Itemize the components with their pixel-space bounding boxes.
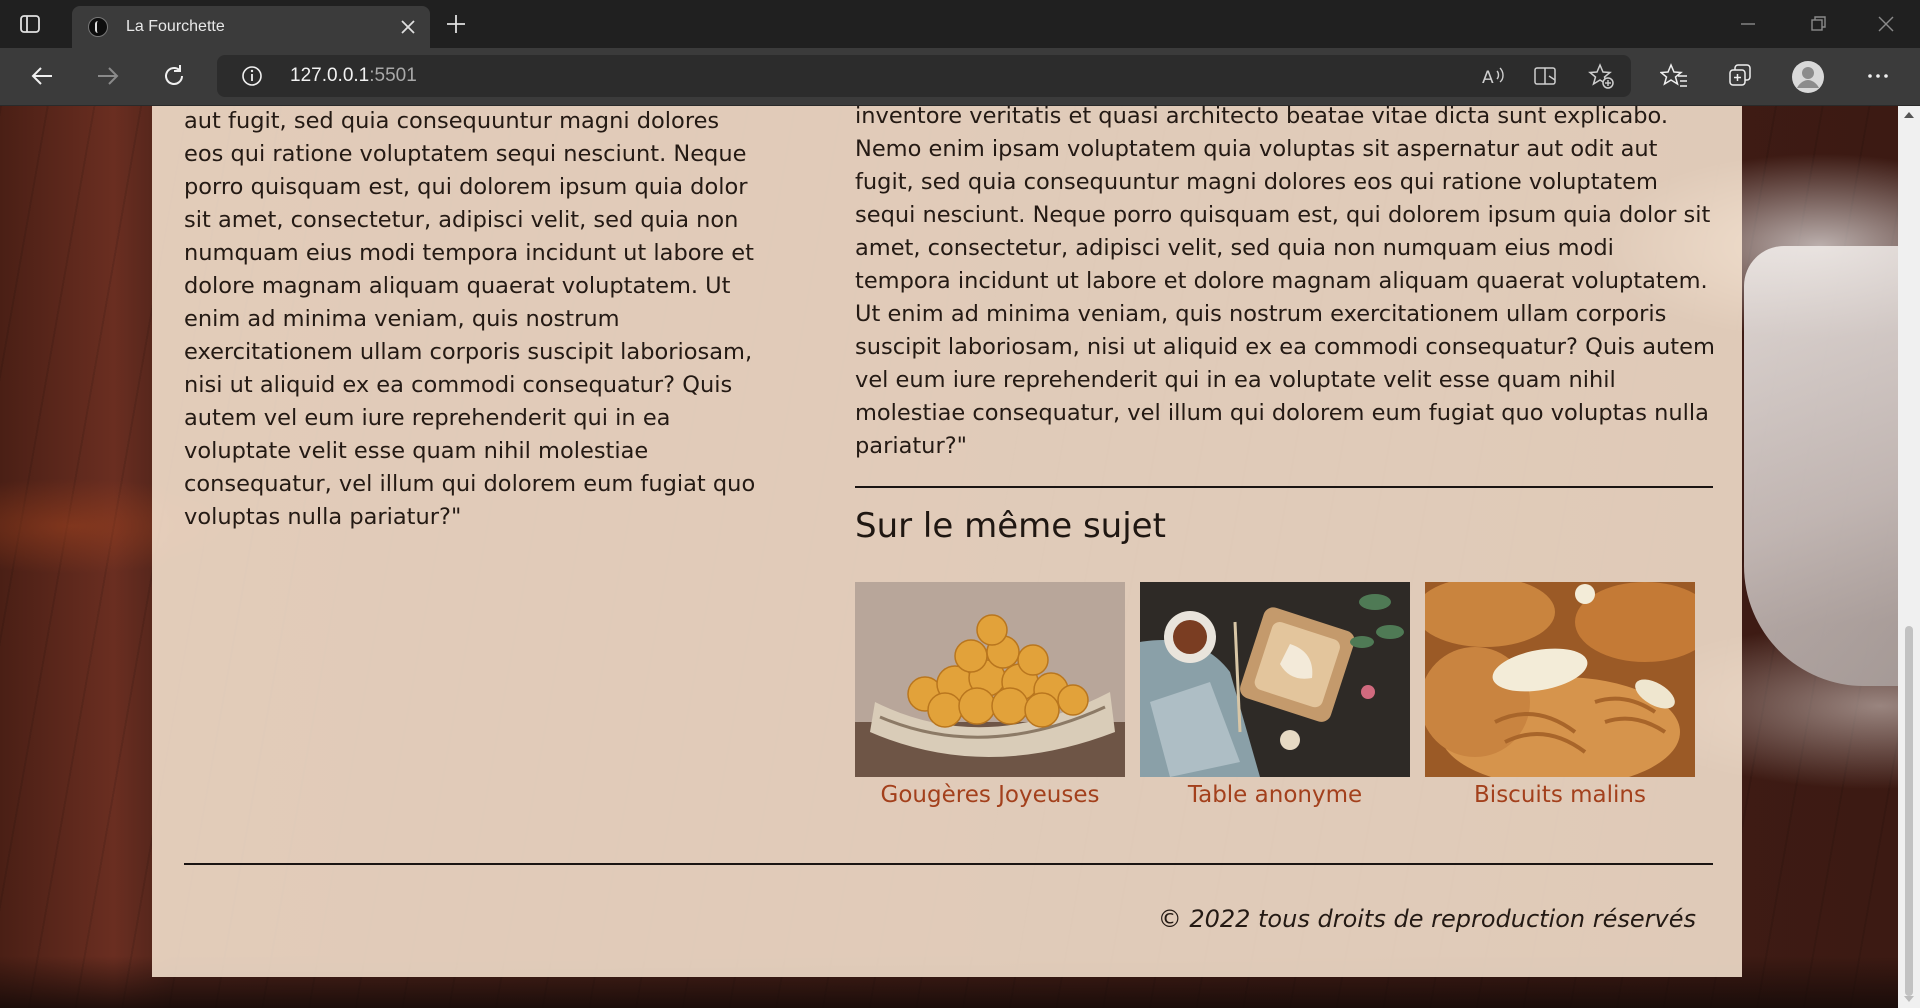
url-port: :5501 <box>369 65 417 86</box>
scrollbar-thumb[interactable] <box>1905 626 1913 996</box>
browser-tab[interactable]: La Fourchette <box>72 6 430 48</box>
minimize-icon[interactable] <box>1736 12 1760 36</box>
scroll-up-arrow-icon[interactable] <box>1904 112 1914 118</box>
related-card-title[interactable]: Table anonyme <box>1140 782 1410 808</box>
site-favicon-icon <box>88 17 108 37</box>
new-tab-icon[interactable] <box>444 12 468 36</box>
tab-actions-icon[interactable] <box>18 12 42 36</box>
back-icon[interactable] <box>28 62 56 90</box>
footer-copyright: © 2022 tous droits de reproduction réser… <box>1157 905 1696 933</box>
related-card-title[interactable]: Gougères Joyeuses <box>855 782 1125 808</box>
close-tab-icon[interactable] <box>398 17 418 37</box>
forward-icon[interactable] <box>94 62 122 90</box>
related-heading: Sur le même sujet <box>855 506 1166 546</box>
favorites-icon[interactable] <box>1660 62 1688 90</box>
svg-text:A: A <box>1482 68 1494 88</box>
related-divider <box>855 486 1713 488</box>
url-host: 127.0.0.1 <box>290 65 370 86</box>
browser-toolbar: 127.0.0.1:5501 A <box>0 48 1920 106</box>
site-info-icon[interactable] <box>241 65 263 87</box>
footer-divider <box>184 863 1713 865</box>
read-aloud-icon[interactable]: A <box>1478 62 1506 90</box>
close-window-icon[interactable] <box>1874 12 1898 36</box>
related-card-title[interactable]: Biscuits malins <box>1425 782 1695 808</box>
browser-tab-bar: La Fourchette <box>0 0 1920 48</box>
scroll-down-arrow-icon[interactable] <box>1904 996 1914 1002</box>
page-scrollbar[interactable] <box>1898 106 1920 1008</box>
table-photo[interactable] <box>1140 582 1410 777</box>
restore-icon[interactable] <box>1806 12 1830 36</box>
tab-title: La Fourchette <box>126 18 225 35</box>
article-panel: aut fugit, sed quia consequuntur magni d… <box>152 106 1742 977</box>
biscuits-photo[interactable] <box>1425 582 1695 777</box>
profile-avatar-icon[interactable] <box>1791 60 1825 94</box>
url-text[interactable]: 127.0.0.1:5501 <box>290 65 417 87</box>
collections-icon[interactable] <box>1726 62 1754 90</box>
address-bar[interactable]: 127.0.0.1:5501 A <box>217 55 1631 97</box>
reload-icon[interactable] <box>160 62 188 90</box>
page-viewport: aut fugit, sed quia consequuntur magni d… <box>0 106 1898 1008</box>
article-paragraph: aut fugit, sed quia consequuntur magni d… <box>184 108 756 530</box>
article-paragraph: inventore veritatis et quasi architecto … <box>855 106 1715 459</box>
more-options-icon[interactable] <box>1864 62 1892 90</box>
immersive-reader-icon[interactable] <box>1532 62 1560 90</box>
add-favorite-icon[interactable] <box>1587 62 1615 90</box>
gougeres-photo[interactable] <box>855 582 1125 777</box>
